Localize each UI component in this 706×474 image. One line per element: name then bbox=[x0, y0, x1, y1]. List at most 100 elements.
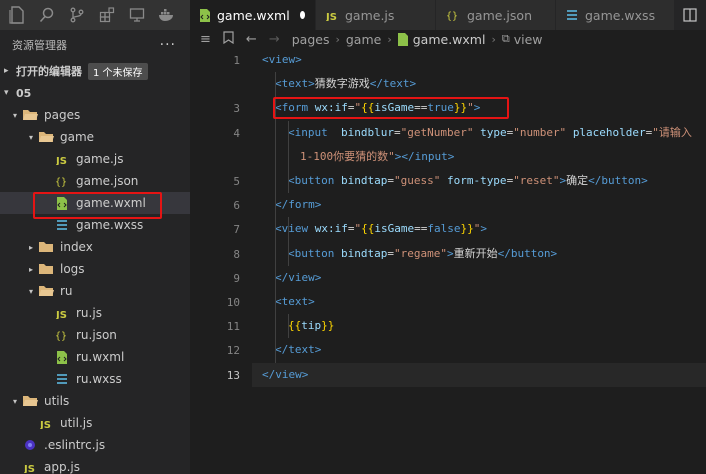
code-token: 重新开始 bbox=[453, 246, 498, 260]
more-actions-icon[interactable]: ··· bbox=[160, 37, 176, 53]
split-editor-icon[interactable] bbox=[674, 0, 706, 30]
back-arrow-icon[interactable]: ← bbox=[246, 32, 257, 47]
tree-file[interactable]: JS ru.js bbox=[0, 302, 190, 324]
tab-game-wxss[interactable]: game.wxss bbox=[556, 0, 676, 30]
code-token: <button bbox=[288, 246, 341, 260]
code-token: 猜数字游戏 bbox=[314, 77, 370, 91]
tree-file[interactable]: JS util.js bbox=[0, 412, 190, 434]
code-token: <text> bbox=[275, 295, 315, 308]
code-token: = bbox=[387, 246, 394, 260]
breadcrumb-item[interactable]: game bbox=[346, 32, 381, 47]
line-number: 12 bbox=[226, 344, 240, 358]
line-number: 5 bbox=[233, 175, 240, 188]
js-file-icon: JS bbox=[22, 460, 38, 474]
folder-open-icon bbox=[22, 108, 38, 122]
line-number: 4 bbox=[233, 126, 240, 140]
unsaved-dot-icon[interactable] bbox=[299, 11, 305, 19]
chevron-right-icon: ▸ bbox=[28, 242, 33, 252]
tree-item-label: utils bbox=[44, 394, 70, 408]
code-line[interactable]: <form wx:if="{{isGame==true}}"> bbox=[275, 97, 480, 119]
bookmark-icon[interactable] bbox=[223, 30, 234, 48]
code-token: = bbox=[347, 222, 355, 236]
code-token: wx:if bbox=[314, 101, 348, 115]
folder-icon bbox=[38, 240, 54, 254]
tree-folder[interactable]: ▸ index bbox=[0, 236, 190, 258]
folder-icon bbox=[38, 262, 54, 276]
breadcrumb-item[interactable]: game.wxml bbox=[413, 32, 486, 47]
explorer-title: 资源管理器 bbox=[12, 39, 67, 52]
open-editors-label: 打开的编辑器 bbox=[16, 65, 82, 78]
code-token: 1-100你要猜的数" bbox=[300, 149, 395, 163]
code-line[interactable]: </view> bbox=[275, 267, 321, 289]
tree-item-label: app.js bbox=[44, 460, 80, 474]
code-token: "number" bbox=[513, 125, 567, 139]
code-token: </form> bbox=[275, 198, 322, 212]
code-editor[interactable]: 1 3 4 5 6 7 8 9 10 11 12 13 <view> <text>猜数字游戏</text… bbox=[190, 48, 706, 474]
code-token: > bbox=[480, 222, 487, 236]
files-icon[interactable] bbox=[6, 4, 28, 26]
js-file-icon: JS bbox=[54, 152, 70, 166]
code-line[interactable]: <button bindtap="guess" form-type="reset… bbox=[288, 170, 648, 192]
tree-item-label: .eslintrc.js bbox=[44, 438, 106, 452]
editor-tabs: game.wxml JS game.js {} game.json game.wxss bbox=[190, 0, 706, 30]
search-icon[interactable] bbox=[36, 4, 58, 26]
forward-arrow-icon[interactable]: → bbox=[269, 32, 280, 47]
code-line[interactable]: <text>猜数字游戏</text> bbox=[275, 73, 416, 95]
tab-game-js[interactable]: JS game.js bbox=[316, 0, 436, 30]
tree-file[interactable]: ru.wxss bbox=[0, 368, 190, 390]
code-line[interactable]: </text> bbox=[275, 339, 321, 361]
svg-text:{}: {} bbox=[55, 177, 67, 187]
code-token: == bbox=[414, 101, 428, 115]
tree-file[interactable]: {} ru.json bbox=[0, 324, 190, 346]
tree-item-label: game.wxss bbox=[76, 218, 144, 232]
code-line[interactable]: <button bindtap="regame">重新开始</button> bbox=[288, 243, 557, 265]
tree-file[interactable]: JS game.js bbox=[0, 148, 190, 170]
workspace-root[interactable]: ▾ 05 bbox=[0, 82, 190, 104]
tree-folder[interactable]: ▾ ru bbox=[0, 280, 190, 302]
line-number: 1 bbox=[233, 54, 240, 67]
list-icon[interactable]: ≡ bbox=[200, 32, 211, 47]
code-line[interactable]: </view> bbox=[262, 364, 308, 386]
svg-text:JS: JS bbox=[24, 464, 35, 473]
current-line-highlight bbox=[252, 362, 706, 387]
chevron-down-icon: ▾ bbox=[12, 396, 17, 406]
code-line[interactable]: {{tip}} bbox=[288, 315, 334, 337]
open-editors-section[interactable]: ▸ 打开的编辑器 1 个未保存 bbox=[0, 60, 190, 82]
code-token: bindblur bbox=[340, 125, 394, 139]
code-token: <view bbox=[275, 222, 315, 236]
tree-folder[interactable]: ▾ utils bbox=[0, 390, 190, 412]
tree-item-label: game.json bbox=[76, 174, 139, 188]
source-control-icon[interactable] bbox=[66, 4, 88, 26]
tree-file[interactable]: game.wxss bbox=[0, 214, 190, 236]
extensions-icon[interactable] bbox=[96, 4, 118, 26]
code-line[interactable]: <view wx:if="{{isGame==false}}"> bbox=[275, 218, 487, 240]
code-line[interactable]: <input bindblur="getNumber" type="number… bbox=[288, 122, 692, 144]
tree-folder[interactable]: ▾ pages bbox=[0, 104, 190, 126]
tree-folder[interactable]: ▾ game bbox=[0, 126, 190, 148]
chevron-right-icon: ▸ bbox=[4, 66, 9, 76]
code-token: bindtap bbox=[340, 174, 388, 187]
tab-game-json[interactable]: {} game.json bbox=[436, 0, 556, 30]
tree-file[interactable]: {} game.json bbox=[0, 170, 190, 192]
tree-file[interactable]: JS app.js bbox=[0, 456, 190, 474]
breadcrumb-item[interactable]: view bbox=[514, 32, 543, 47]
code-line[interactable]: <text> bbox=[275, 291, 315, 313]
json-file-icon: {} bbox=[54, 328, 70, 342]
code-line[interactable]: </form> bbox=[275, 194, 321, 216]
tree-file[interactable]: .eslintrc.js bbox=[0, 434, 190, 456]
tree-item-label: util.js bbox=[60, 416, 93, 430]
tree-folder[interactable]: ▸ logs bbox=[0, 258, 190, 280]
code-token: "getNumber" bbox=[400, 125, 474, 139]
tab-game-wxml[interactable]: game.wxml bbox=[190, 0, 316, 30]
code-token: false bbox=[427, 222, 461, 236]
line-number: 13 bbox=[226, 368, 240, 382]
breadcrumb-item[interactable]: pages bbox=[292, 32, 330, 47]
debug-icon[interactable] bbox=[126, 4, 148, 26]
indent-guide bbox=[275, 72, 276, 363]
docker-icon[interactable] bbox=[156, 4, 178, 26]
tree-file[interactable]: game.wxml bbox=[0, 192, 190, 214]
code-line[interactable]: 1-100你要猜的数"></input> bbox=[300, 146, 454, 168]
code-line[interactable]: <view> bbox=[262, 49, 302, 71]
tree-item-label: ru.wxml bbox=[76, 350, 125, 364]
tree-file[interactable]: ru.wxml bbox=[0, 346, 190, 368]
